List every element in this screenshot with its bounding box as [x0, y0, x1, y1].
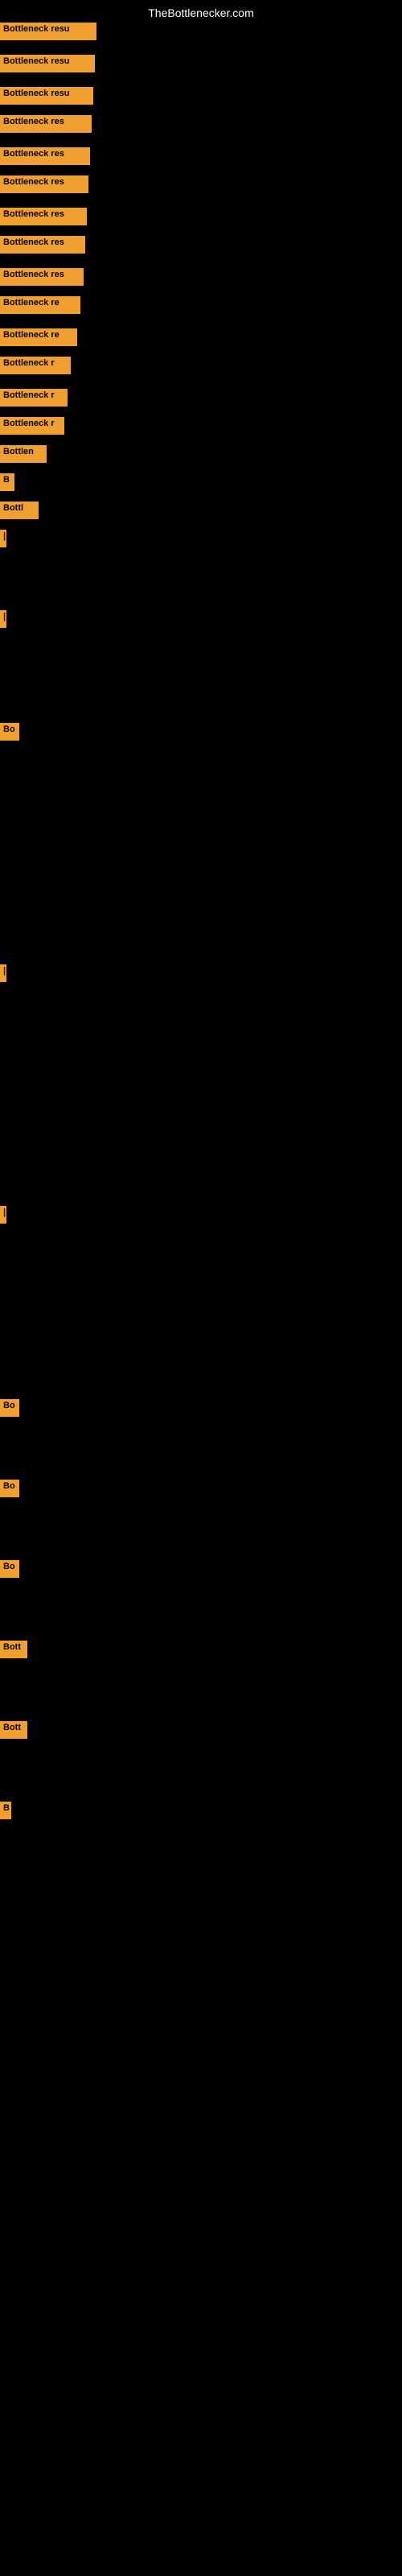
bottleneck-item: Bottleneck res	[0, 175, 88, 193]
bottleneck-item: Bott	[0, 1721, 27, 1739]
bottleneck-item: Bottleneck res	[0, 236, 85, 254]
bottleneck-item: Bo	[0, 723, 19, 741]
bottleneck-item: Bottleneck resu	[0, 23, 96, 40]
bottleneck-item: Bottl	[0, 502, 39, 519]
bottleneck-item: |	[0, 530, 6, 547]
bottleneck-item: |	[0, 1206, 6, 1224]
bottleneck-item: Bottleneck res	[0, 268, 84, 286]
bottleneck-item: Bottleneck res	[0, 208, 87, 225]
bottleneck-item: Bottleneck r	[0, 357, 71, 374]
bottleneck-item: Bottlen	[0, 445, 47, 463]
bottleneck-item: Bottleneck resu	[0, 55, 95, 72]
bottleneck-item: |	[0, 964, 6, 982]
bottleneck-item: Bottleneck res	[0, 147, 90, 165]
bottleneck-item: Bo	[0, 1560, 19, 1578]
bottleneck-item: B	[0, 473, 14, 491]
bottleneck-item: Bo	[0, 1480, 19, 1497]
bottleneck-item: Bottleneck re	[0, 328, 77, 346]
bottleneck-item: Bottleneck res	[0, 115, 92, 133]
bottleneck-item: Bo	[0, 1399, 19, 1417]
bottleneck-item: Bottleneck re	[0, 296, 80, 314]
bottleneck-item: |	[0, 610, 6, 628]
bottleneck-item: B	[0, 1802, 11, 1819]
bottleneck-item: Bott	[0, 1641, 27, 1658]
bottleneck-item: Bottleneck r	[0, 417, 64, 435]
bottleneck-item: Bottleneck r	[0, 389, 68, 407]
bottleneck-item: Bottleneck resu	[0, 87, 93, 105]
